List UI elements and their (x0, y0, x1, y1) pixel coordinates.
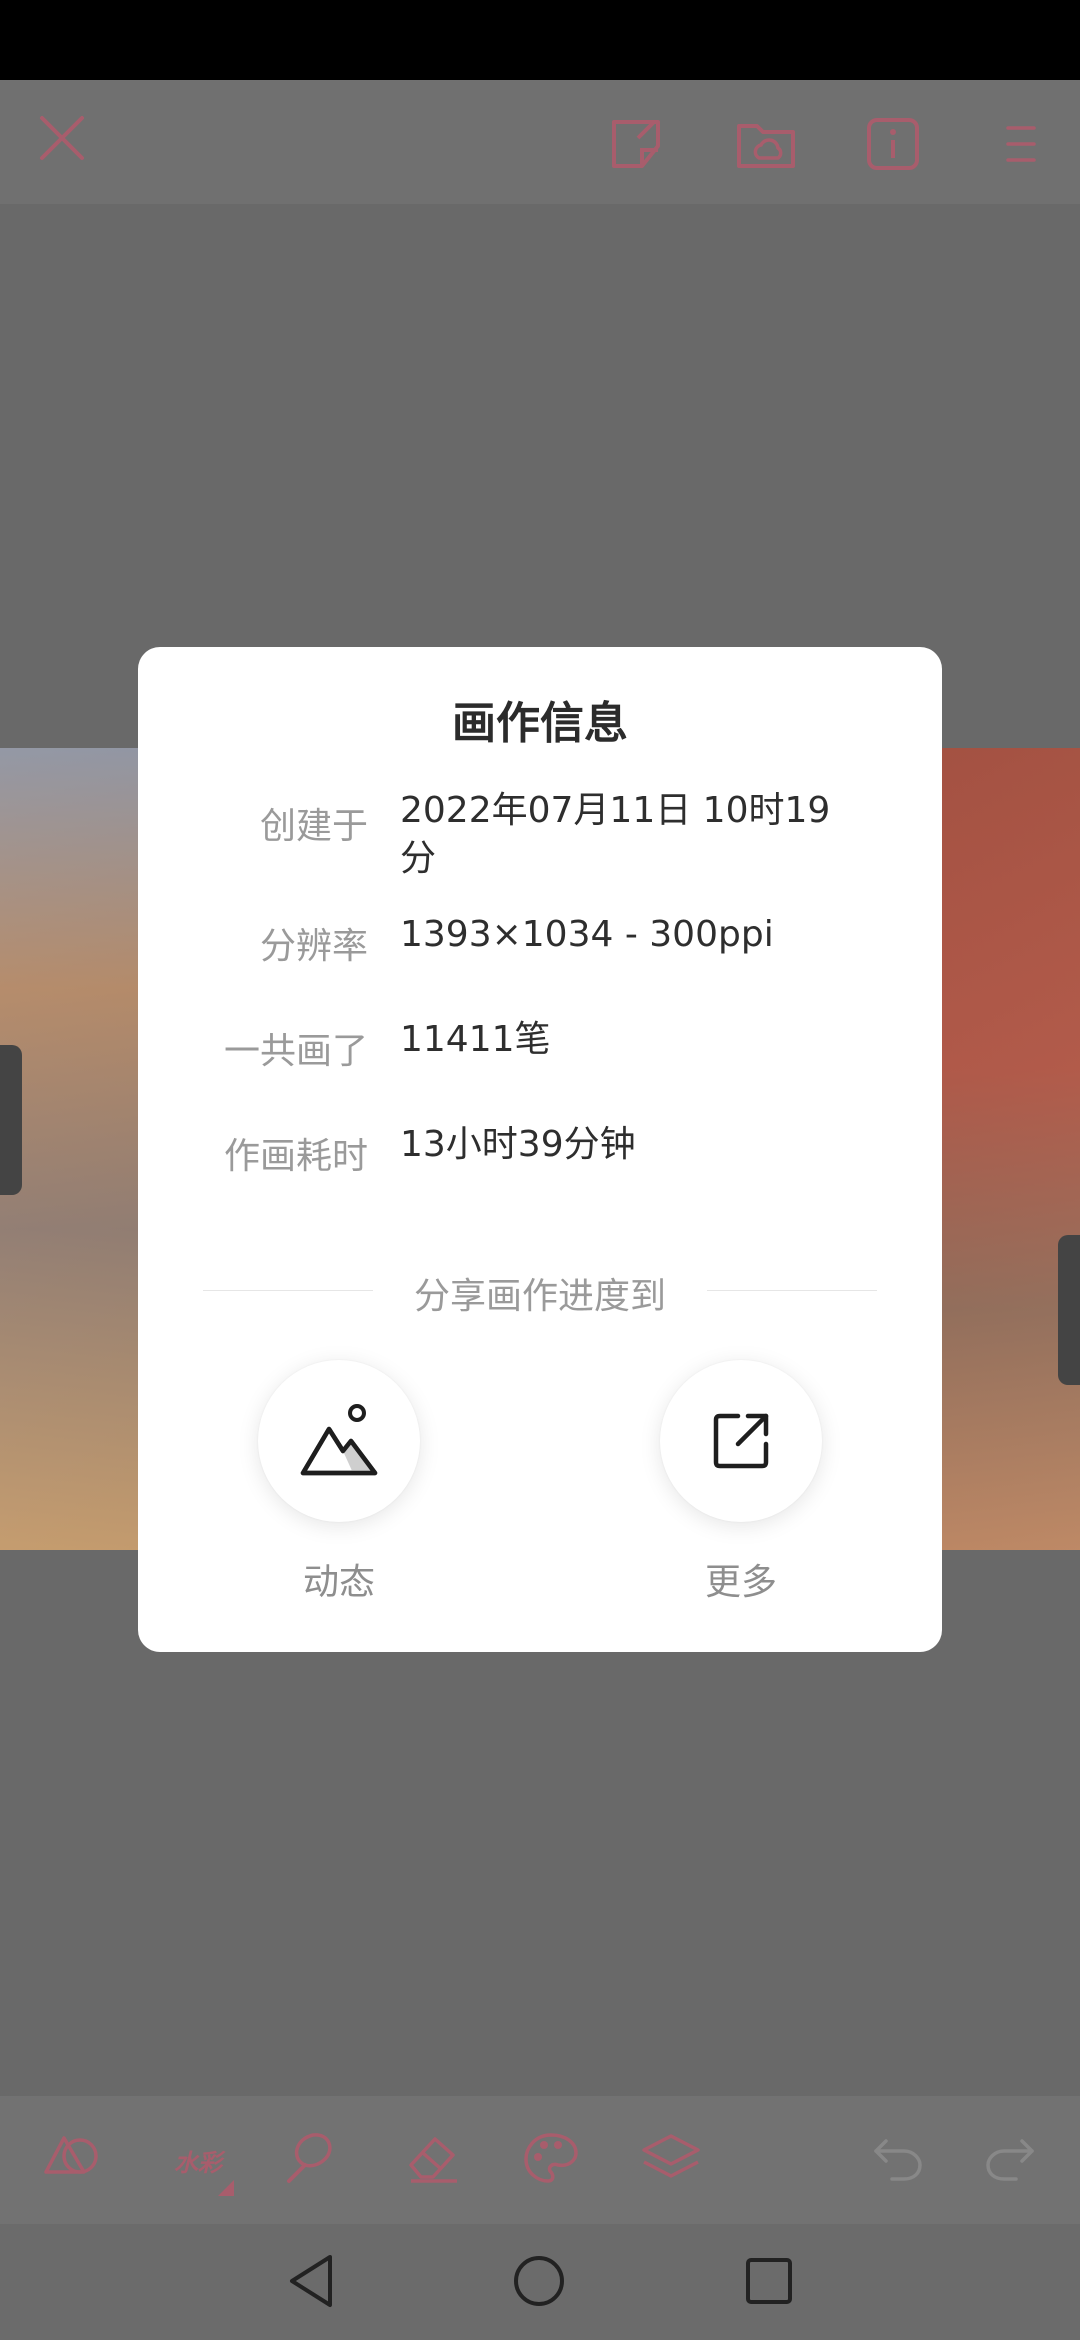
info-value: 13小时39分钟 (400, 1124, 636, 1165)
shapes-icon[interactable] (40, 2126, 106, 2192)
info-icon[interactable] (858, 108, 928, 180)
eraser-icon[interactable] (400, 2124, 466, 2192)
share-more-button[interactable] (660, 1360, 822, 1522)
redo-icon[interactable] (978, 2124, 1042, 2192)
dialog-title: 画作信息 (452, 698, 628, 749)
system-nav-bar (0, 2224, 1080, 2340)
top-toolbar (0, 80, 1080, 204)
smudge-icon[interactable] (278, 2124, 344, 2192)
info-value: 11411笔 (400, 1019, 551, 1060)
undo-icon[interactable] (866, 2124, 930, 2192)
chevron-corner-icon (218, 2180, 234, 2196)
share-moments-button[interactable] (258, 1360, 420, 1522)
recents-icon[interactable] (736, 2248, 802, 2314)
menu-icon[interactable] (996, 108, 1046, 180)
close-icon[interactable] (26, 102, 98, 174)
info-label: 一共画了 (223, 1031, 368, 1072)
artwork-right-edge (940, 748, 1080, 1550)
palette-icon[interactable] (518, 2124, 584, 2192)
artwork-info-dialog: 画作信息 创建于 2022年07月11日 10时19分 分辨率 1393×103… (138, 647, 942, 1652)
sticky-note-icon[interactable] (602, 108, 674, 180)
mountain-image-icon (300, 1404, 378, 1476)
info-label: 创建于 (259, 806, 368, 847)
share-moments-label: 动态 (302, 1562, 375, 1603)
share-section-title: 分享画作进度到 (413, 1276, 666, 1317)
info-value: 2022年07月11日 10时19分 (400, 790, 831, 879)
external-link-icon (713, 1413, 769, 1469)
cloud-folder-icon[interactable] (728, 108, 804, 180)
status-bar (0, 0, 1080, 80)
bottom-toolbar: 水彩 (0, 2096, 1080, 2224)
brush-label: 水彩 (174, 2148, 222, 2177)
home-icon[interactable] (506, 2248, 572, 2314)
back-icon[interactable] (278, 2248, 344, 2314)
info-label: 分辨率 (259, 926, 368, 967)
right-slider-handle[interactable] (1058, 1235, 1080, 1385)
brush-button[interactable]: 水彩 (160, 2120, 236, 2200)
share-more-label: 更多 (704, 1562, 777, 1603)
layers-icon[interactable] (636, 2124, 706, 2192)
info-label: 作画耗时 (223, 1136, 368, 1177)
left-slider-handle[interactable] (0, 1045, 22, 1195)
info-value: 1393×1034 - 300ppi (400, 914, 774, 955)
